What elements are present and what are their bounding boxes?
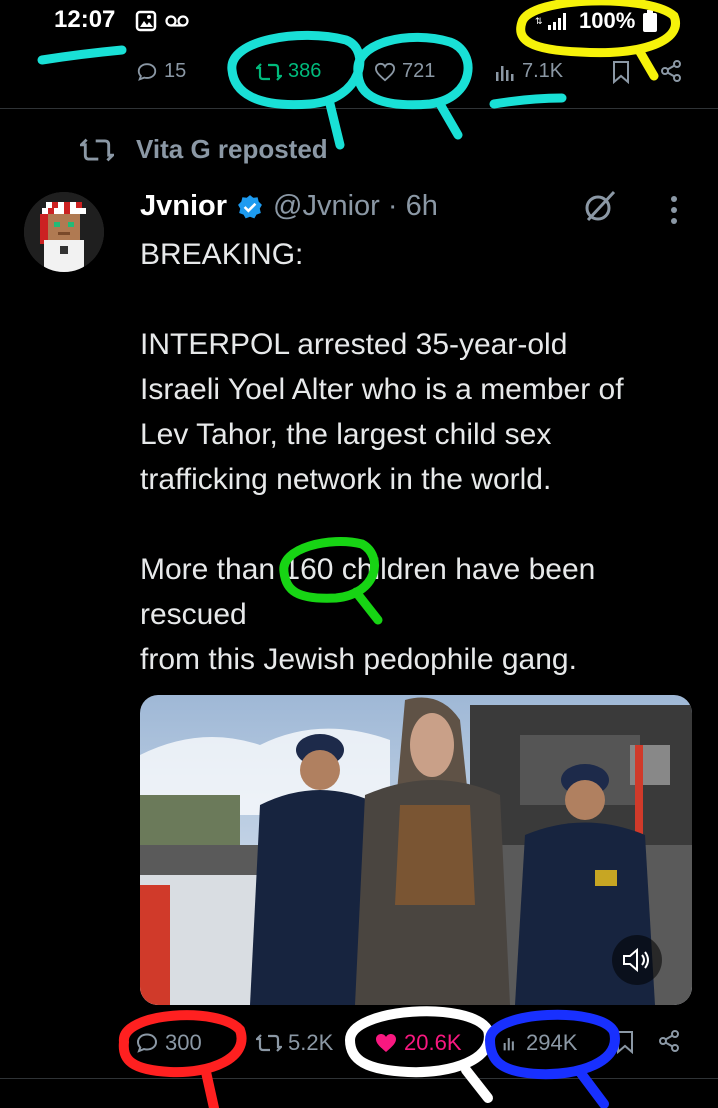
white-tail-likes	[461, 1065, 493, 1103]
status-time: 12:07	[54, 6, 116, 33]
like-count: 20.6K	[404, 1030, 462, 1055]
cyan-tail-reposts	[325, 99, 345, 150]
views-count: 7.1K	[522, 60, 564, 82]
views-icon	[503, 1038, 514, 1051]
status-notification-icons	[135, 10, 189, 32]
views-button[interactable]: 7.1K	[494, 60, 563, 83]
tweet-divider	[0, 1078, 718, 1079]
reply-button[interactable]: 300	[135, 1030, 202, 1056]
video-frame	[140, 695, 692, 1005]
views-button[interactable]: 294K	[502, 1030, 577, 1056]
mute-toggle[interactable]	[612, 935, 662, 985]
reply-icon	[137, 62, 157, 81]
voicemail-icon	[165, 15, 189, 27]
repost-context[interactable]: Vita G reposted	[80, 134, 328, 165]
pixel-avatar-icon	[24, 192, 104, 272]
bookmark-icon	[617, 1031, 633, 1054]
verified-badge-icon	[238, 194, 262, 218]
reply-button[interactable]: 15	[136, 60, 186, 83]
bookmark-button[interactable]	[612, 60, 630, 84]
tweet-line: INTERPOL arrested 35-year-old	[140, 328, 568, 361]
gallery-icon	[135, 10, 157, 32]
bookmark-button[interactable]	[616, 1030, 634, 1054]
tweet-line: from this Jewish pedophile gang.	[140, 643, 577, 676]
repost-icon	[80, 138, 114, 161]
share-button[interactable]	[660, 60, 682, 82]
heart-filled-icon	[376, 1034, 396, 1052]
yellow-tail-battery	[635, 47, 659, 81]
like-button[interactable]: 20.6K	[374, 1030, 462, 1056]
repost-count: 5.2K	[288, 1030, 334, 1055]
repost-button[interactable]: 386	[256, 60, 321, 83]
tweet-line: BREAKING:	[140, 238, 304, 271]
repost-count: 386	[288, 60, 322, 82]
battery-icon	[643, 10, 658, 32]
author-name[interactable]: Jvnior	[140, 190, 227, 223]
blue-tail-views	[575, 1067, 609, 1108]
share-button[interactable]	[658, 1030, 680, 1052]
repost-button[interactable]: 5.2K	[256, 1030, 333, 1056]
repost-context-label: Vita G reposted	[136, 134, 328, 164]
more-options-icon[interactable]	[668, 194, 680, 226]
repost-icon	[256, 1034, 282, 1052]
speaker-muted-icon	[623, 947, 649, 973]
like-button[interactable]: 721	[374, 60, 435, 83]
tweet-body: BREAKING: INTERPOL arrested 35-year-old …	[140, 232, 700, 682]
tweet-line: Lev Tahor, the largest child sex	[140, 418, 552, 451]
grok-icon[interactable]	[582, 188, 618, 224]
svg-text:⇅: ⇅	[535, 17, 543, 27]
tweet-line: More than 160 children have been	[140, 553, 596, 586]
author-handle-time[interactable]: @Jvnior · 6h	[273, 190, 438, 223]
battery-percent: 100%	[579, 8, 636, 33]
reply-icon	[136, 1033, 158, 1053]
views-count: 294K	[526, 1030, 578, 1055]
tweet-line: rescued	[140, 598, 247, 631]
reply-count: 300	[165, 1030, 202, 1055]
tweet-divider	[0, 108, 718, 109]
heart-icon	[374, 62, 396, 81]
repost-icon	[256, 62, 282, 81]
signal-icon: ⇅	[535, 13, 566, 30]
tweet-line: trafficking network in the world.	[140, 463, 552, 496]
avatar[interactable]	[24, 192, 104, 272]
cyan-underline-views	[489, 93, 567, 109]
status-right-group: ⇅ 100%	[535, 8, 658, 34]
reply-count: 15	[164, 60, 187, 82]
like-count: 721	[402, 60, 436, 82]
share-icon	[661, 60, 681, 82]
share-icon	[659, 1030, 679, 1052]
tweet-author-row: Jvnior @Jvnior · 6h	[140, 190, 438, 223]
cyan-underline-time	[37, 45, 127, 65]
views-icon	[496, 65, 514, 81]
tweet-video[interactable]	[140, 695, 692, 1005]
bookmark-icon	[613, 61, 629, 84]
tweet-line: Israeli Yoel Alter who is a member of	[140, 373, 624, 406]
